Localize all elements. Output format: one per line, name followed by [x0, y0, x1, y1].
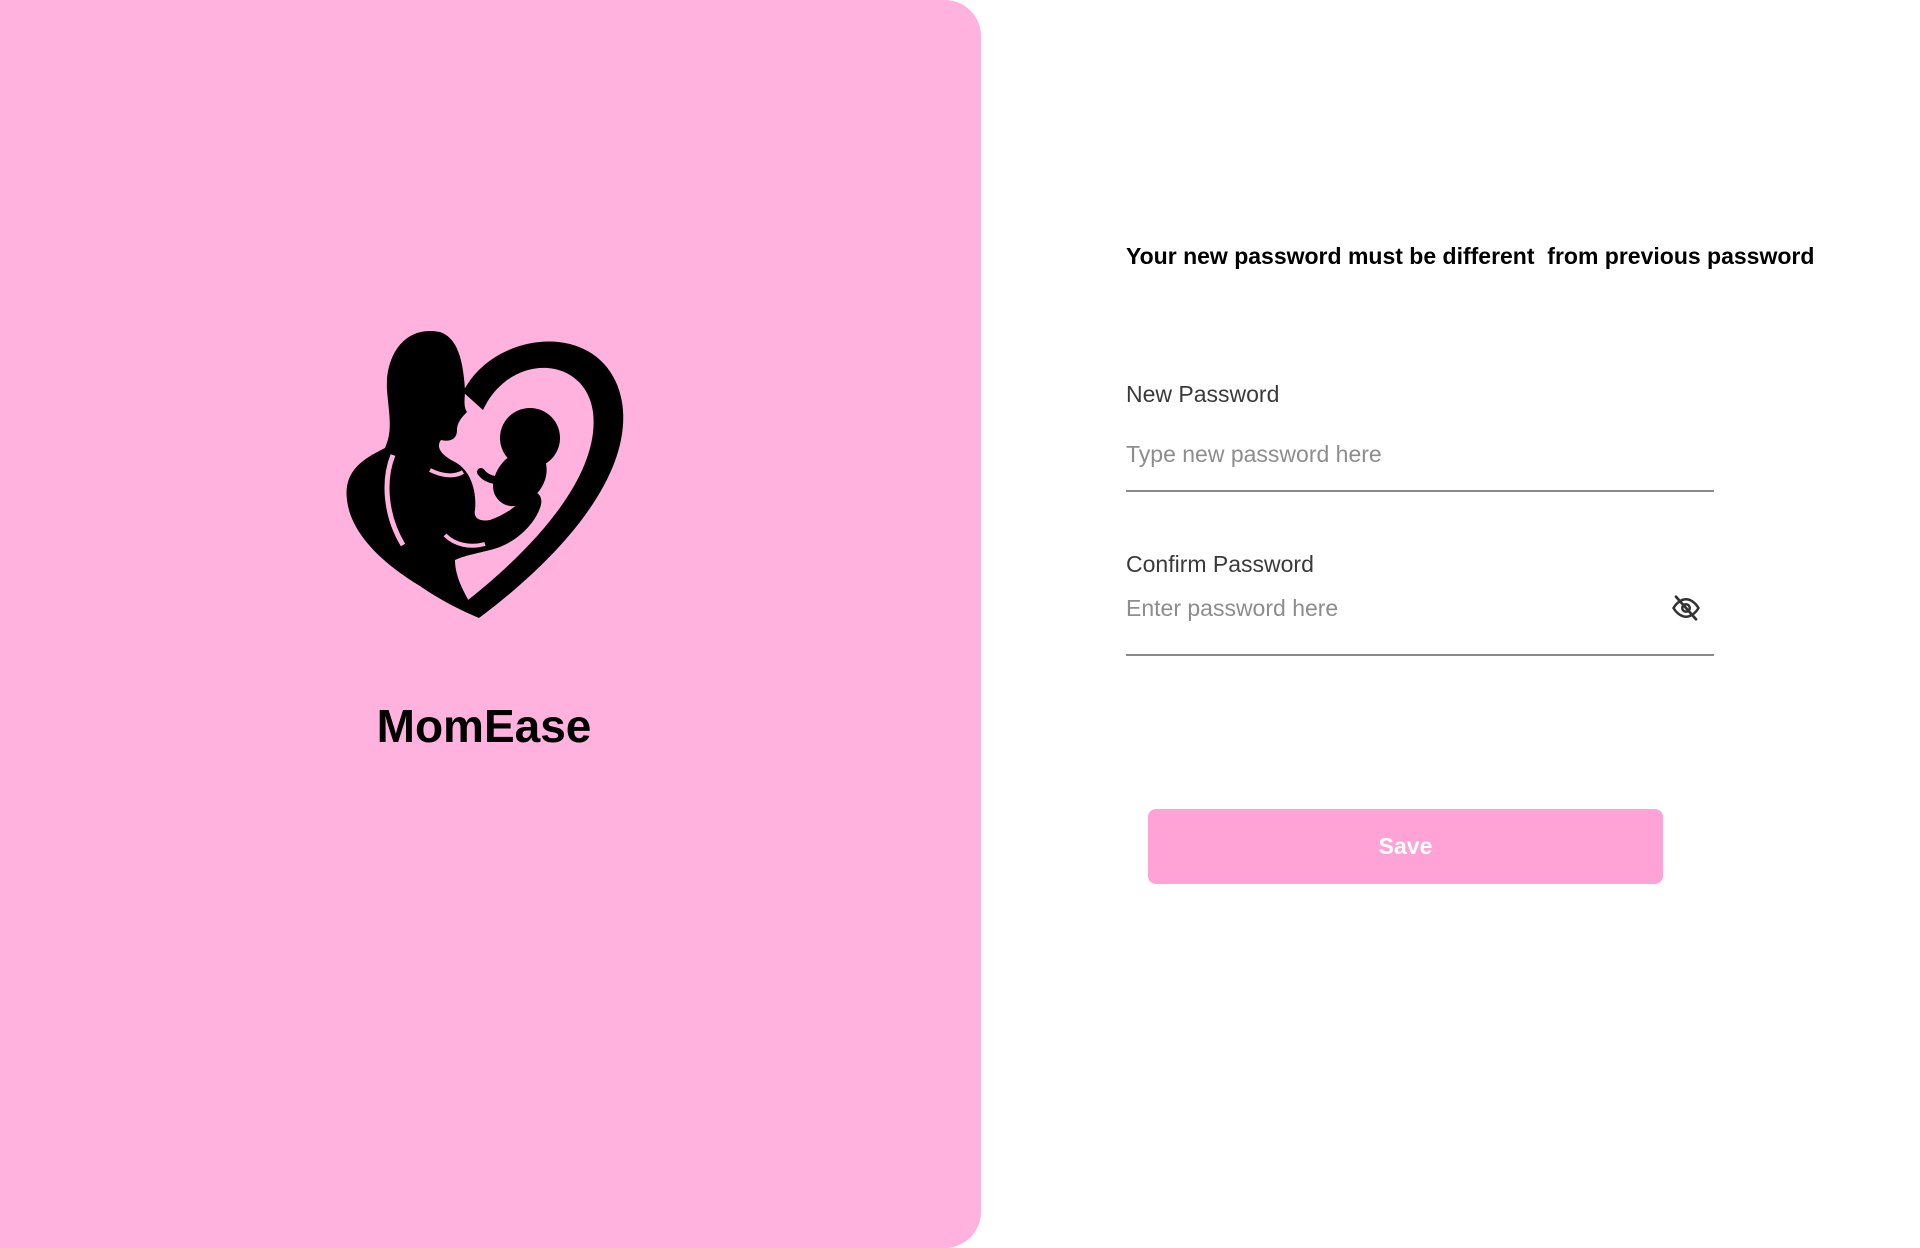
new-password-label: New Password — [1126, 381, 1280, 407]
brand-panel: MomEase — [0, 0, 981, 1248]
save-button[interactable]: Save — [1148, 809, 1663, 884]
form-subtitle: Your new password must be different from… — [1126, 243, 1815, 269]
mother-baby-heart-icon — [345, 330, 625, 620]
confirm-password-input[interactable] — [1126, 586, 1656, 630]
new-password-underline — [1126, 490, 1714, 492]
confirm-password-underline — [1126, 654, 1714, 656]
brand-name: MomEase — [376, 700, 592, 752]
confirm-password-label: Confirm Password — [1126, 551, 1314, 577]
eye-off-icon[interactable] — [1671, 593, 1701, 623]
new-password-input[interactable] — [1126, 432, 1714, 476]
